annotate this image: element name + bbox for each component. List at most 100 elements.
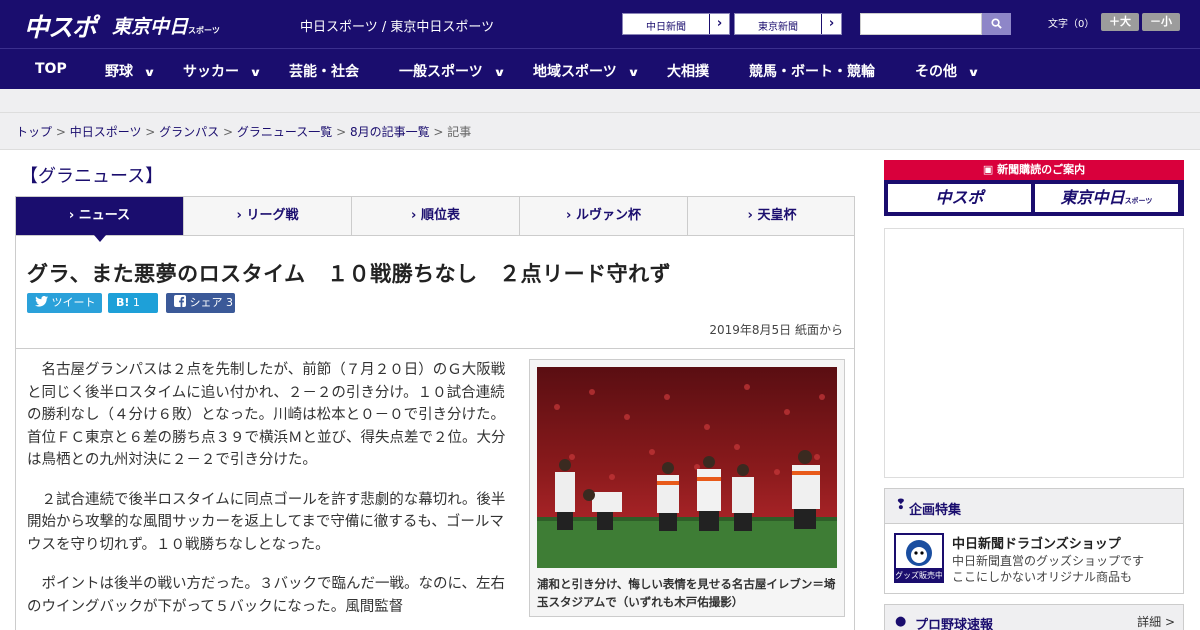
nav-item-local-sports[interactable]: 地域スポーツ ∨	[533, 61, 640, 81]
section-title: 【グラニュース】	[20, 166, 164, 187]
tab-label: 天皇杯	[757, 208, 797, 223]
breadcrumb-current: 記事	[447, 125, 472, 139]
hatena-icon: B!	[116, 296, 130, 309]
nav-label: 野球	[105, 64, 133, 80]
shop-desc-line: ここにしかないオリジナル商品も	[952, 570, 1133, 584]
nav-label: TOP	[35, 61, 67, 77]
chevron-right-icon: ›	[709, 14, 729, 34]
feature-header: ❢ 企画特集	[885, 489, 1183, 524]
article-paragraph: ポイントは後半の戦い方だった。３バックで臨んだ一戦。なのに、左右のウイングバック…	[27, 576, 506, 615]
site-link[interactable]: 中日スポーツ / 東京中日スポーツ	[300, 16, 494, 35]
tab-standings[interactable]: › 順位表	[352, 197, 520, 235]
breadcrumb: トップ > 中日スポーツ > グランパス > グラニュース一覧 > 8月の記事一…	[16, 123, 471, 140]
sub-band	[0, 89, 1200, 113]
chuspo-logo[interactable]: 中スポ	[24, 8, 97, 44]
breadcrumb-link[interactable]: グラニュース一覧	[237, 125, 332, 139]
shop-description: 中日新聞直営のグッズショップです ここにしかないオリジナル商品も	[952, 553, 1144, 585]
shop-title[interactable]: 中日新聞ドラゴンズショップ	[952, 533, 1121, 552]
tab-label: ルヴァン杯	[575, 208, 641, 223]
article-date: 2019年8月5日 紙面から	[709, 323, 843, 337]
tokyo-chunichi-logo-text: 東京中日	[112, 16, 189, 38]
nav-label: その他	[915, 64, 957, 80]
font-smaller-button[interactable]: －小	[1142, 13, 1180, 31]
nav-item-sumo[interactable]: 大相撲	[667, 61, 709, 81]
newspaper-icon: ▣	[982, 163, 994, 176]
share-count: 3	[226, 296, 233, 309]
article-body: 名古屋グランパスは２点を先制したが、前節（７月２０日）のＧ大阪戦と同じく後半ロス…	[27, 359, 512, 630]
chevron-down-icon: ∨	[967, 66, 980, 79]
nav-item-top[interactable]: TOP	[35, 61, 67, 77]
breadcrumb-link[interactable]: トップ	[16, 125, 52, 139]
tokyo-chunichi-logo-small: スポーツ	[188, 26, 220, 35]
tab-league[interactable]: › リーグ戦	[184, 197, 352, 235]
breadcrumb-separator: >	[219, 125, 237, 139]
nav-item-entertainment[interactable]: 芸能・社会	[289, 61, 359, 81]
facebook-share-button[interactable]: シェア 3	[166, 293, 235, 313]
shop-badge: グッズ販売中	[896, 570, 942, 580]
facebook-icon	[174, 295, 186, 307]
tweet-button[interactable]: ツイート	[27, 293, 102, 313]
nav-item-other[interactable]: その他 ∨	[915, 61, 980, 81]
nav-label: 地域スポーツ	[533, 64, 617, 80]
nav-label: 競馬・ボート・競輪	[749, 64, 875, 80]
nav-item-racing[interactable]: 競馬・ボート・競輪	[749, 61, 875, 81]
chevron-down-icon: ∨	[143, 66, 156, 79]
twitter-icon	[35, 296, 48, 307]
feature-title: 企画特集	[909, 503, 962, 518]
tab-emperors-cup[interactable]: › 天皇杯	[688, 197, 856, 235]
tab-label: リーグ戦	[246, 208, 299, 223]
chevron-down-icon: ∨	[249, 66, 262, 79]
section-tabs: › ニュース › リーグ戦 › 順位表 › ルヴァン杯 › 天皇杯	[15, 196, 856, 242]
baseball-live-box: ● プロ野球速報 詳細 >	[884, 604, 1184, 630]
breadcrumb-separator: >	[52, 125, 70, 139]
promo-tokyo-chunichi-small: スポーツ	[1124, 197, 1153, 205]
baseball-title: プロ野球速報	[915, 618, 994, 630]
article-headline: グラ、また悪夢のロスタイム １０戦勝ちなし ２点リード守れず	[27, 262, 672, 286]
promo-header-text: 新聞購読のご案内	[997, 163, 1086, 176]
baseball-more-link[interactable]: 詳細 >	[1137, 613, 1175, 630]
hatena-bookmark-button[interactable]: B! 1	[108, 293, 158, 313]
ad-placeholder[interactable]	[884, 228, 1184, 478]
nav-label: サッカー	[183, 64, 239, 80]
nav-label: 一般スポーツ	[399, 64, 483, 80]
tweet-label: ツイート	[51, 296, 96, 309]
article-paragraph: ２試合連続で後半ロスタイムに同点ゴールを許す悲劇的な幕切れ。後半開始から攻撃的な…	[27, 491, 506, 553]
tab-label: 順位表	[420, 208, 460, 223]
promo-tokyo-chunichi-label: 東京中日	[1060, 188, 1125, 207]
subscription-promo: ▣ 新聞購読のご案内 中スポ 東京中日スポーツ	[884, 160, 1184, 216]
article-figure: 浦和と引き分け、悔しい表情を見せる名古屋イレブン＝埼玉スタジアムで（いずれも木戸…	[529, 359, 845, 617]
top-bar: 中スポ 東京中日スポーツ 中日スポーツ / 東京中日スポーツ 中日新聞 › 東京新…	[0, 0, 1200, 48]
search-input[interactable]	[860, 13, 982, 35]
breadcrumb-link[interactable]: グランパス	[159, 125, 219, 139]
pin-icon: ❢	[895, 497, 907, 513]
nav-label: 大相撲	[667, 64, 709, 80]
share-label: シェア	[189, 296, 223, 309]
tokyo-shimbun-link[interactable]: 東京新聞 ›	[734, 13, 842, 35]
search-icon	[991, 18, 1002, 29]
nav-item-general-sports[interactable]: 一般スポーツ ∨	[399, 61, 505, 81]
chevron-down-icon: ∨	[626, 66, 640, 79]
breadcrumb-link[interactable]: 中日スポーツ	[70, 125, 142, 139]
font-larger-button[interactable]: ＋大	[1101, 13, 1139, 31]
chunichi-shimbun-link[interactable]: 中日新聞 ›	[622, 13, 730, 35]
promo-header: ▣ 新聞購読のご案内	[884, 160, 1184, 180]
tokyo-chunichi-logo[interactable]: 東京中日スポーツ	[112, 12, 220, 39]
feature-box: ❢ 企画特集 グッズ販売中 中日新聞ドラゴンズショップ 中日新聞直営のグッズショッ…	[884, 488, 1184, 594]
article-photo[interactable]	[537, 367, 837, 568]
tokyo-shimbun-label: 東京新聞	[758, 22, 798, 33]
tab-levain-cup[interactable]: › ルヴァン杯	[520, 197, 688, 235]
promo-tokyo-chunichi-button[interactable]: 東京中日スポーツ	[1035, 184, 1178, 212]
font-size-label: 文字（0）	[1048, 19, 1095, 30]
chunichi-shimbun-label: 中日新聞	[646, 22, 686, 33]
breadcrumb-link[interactable]: 8月の記事一覧	[350, 125, 430, 139]
dragons-shop-image[interactable]: グッズ販売中	[894, 533, 944, 583]
divider	[16, 348, 854, 349]
shop-desc-line: 中日新聞直営のグッズショップです	[952, 554, 1145, 568]
search-button[interactable]	[982, 13, 1011, 35]
nav-item-baseball[interactable]: 野球 ∨	[105, 61, 156, 81]
breadcrumb-separator: >	[429, 125, 448, 139]
nav-item-soccer[interactable]: サッカー ∨	[183, 61, 262, 81]
promo-chuspo-button[interactable]: 中スポ	[888, 184, 1031, 212]
breadcrumb-bar: トップ > 中日スポーツ > グランパス > グラニュース一覧 > 8月の記事一…	[0, 113, 1200, 150]
tab-news[interactable]: › ニュース	[16, 197, 184, 242]
